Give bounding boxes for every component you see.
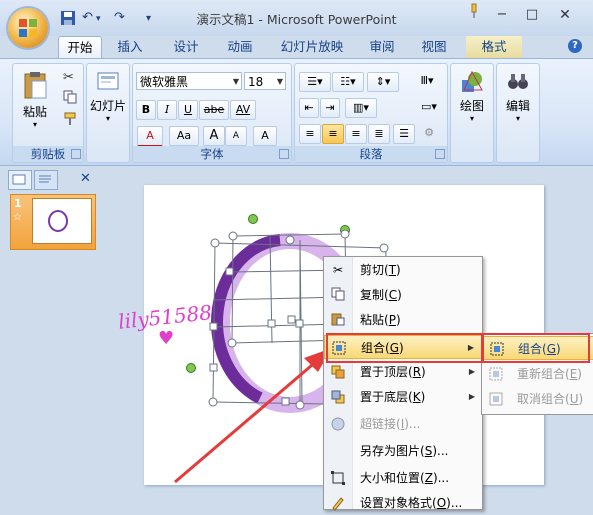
menu-item-size-position[interactable]: 大小和位置(Z)... bbox=[324, 466, 482, 490]
office-logo-icon bbox=[19, 19, 37, 37]
menu-item-bring-to-front[interactable]: 置于顶层(R) ▶ bbox=[324, 360, 482, 384]
menu-item-send-to-back[interactable]: 置于底层(K) ▶ bbox=[324, 385, 482, 409]
format-object-icon bbox=[330, 495, 346, 511]
selected-shapes[interactable] bbox=[0, 0, 593, 508]
heart-icon: ♥ bbox=[158, 328, 175, 349]
rotate-handle bbox=[186, 363, 196, 373]
menu-item-format-object[interactable]: 设置对象格式(O)... bbox=[324, 491, 482, 515]
send-back-icon bbox=[330, 389, 346, 405]
ungroup-icon bbox=[488, 391, 504, 407]
submenu-arrow-icon: ▶ bbox=[468, 392, 475, 401]
size-position-icon bbox=[330, 470, 346, 486]
menu-item-save-as-picture[interactable]: 另存为图片(S)... bbox=[324, 439, 482, 463]
office-button[interactable] bbox=[8, 8, 48, 48]
bring-front-icon bbox=[330, 364, 346, 380]
submenu-item-ungroup[interactable]: 取消组合(U) bbox=[482, 387, 593, 411]
rotate-handle bbox=[248, 214, 258, 224]
highlight-box-submenu-group bbox=[481, 333, 590, 363]
highlight-box-group bbox=[326, 333, 484, 363]
submenu-arrow-icon: ▶ bbox=[468, 367, 475, 376]
regroup-icon bbox=[488, 366, 504, 382]
paste-icon bbox=[330, 312, 346, 328]
context-menu: ✂ 剪切(T) 复制(C) 粘贴(P) 组合(G) ▶ 置于顶层(R) ▶ 置于… bbox=[323, 256, 483, 511]
menu-item-copy[interactable]: 复制(C) bbox=[324, 283, 482, 307]
copy-icon bbox=[330, 287, 346, 303]
menu-item-cut[interactable]: ✂ 剪切(T) bbox=[324, 258, 482, 282]
scissors-icon: ✂ bbox=[332, 263, 344, 277]
menu-item-hyperlink[interactable]: 超链接(I)... bbox=[324, 412, 482, 436]
hyperlink-icon bbox=[330, 416, 346, 432]
menu-item-paste[interactable]: 粘贴(P) bbox=[324, 308, 482, 332]
submenu-item-regroup[interactable]: 重新组合(E) bbox=[482, 362, 593, 386]
